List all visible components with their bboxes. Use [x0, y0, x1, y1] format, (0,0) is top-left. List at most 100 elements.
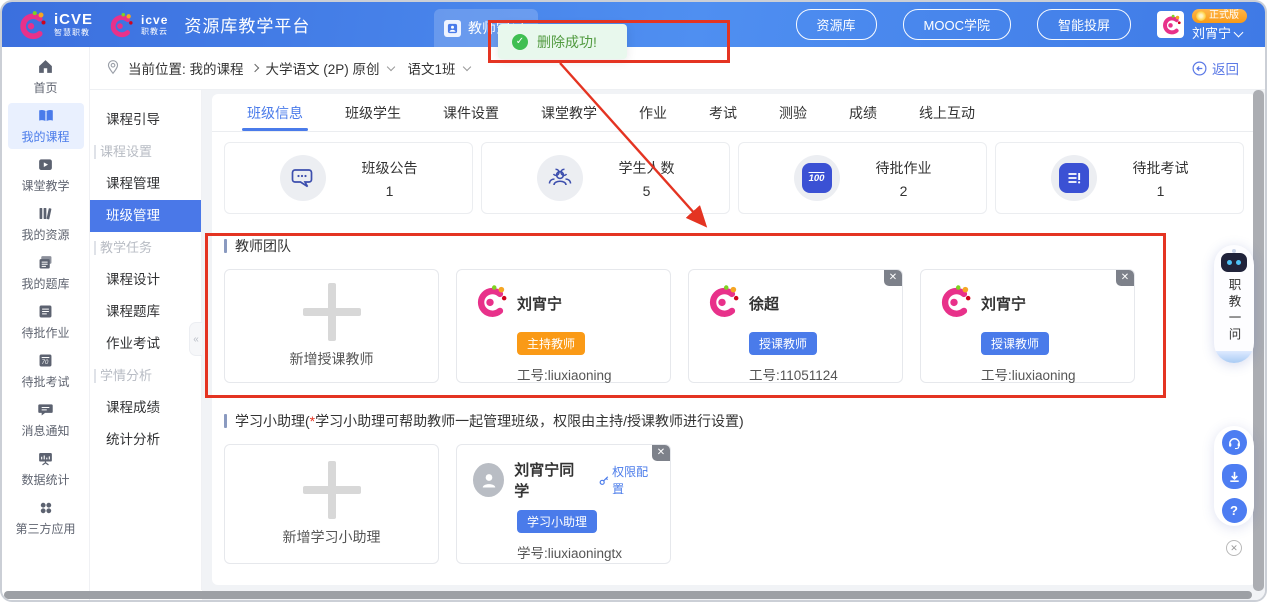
stat-value: 1 [1157, 183, 1165, 199]
tab-quiz[interactable]: 测验 [758, 94, 828, 131]
user-name: 刘宵宁 [1192, 27, 1231, 40]
stat-card-pending-homework[interactable]: 100 待批作业2 [738, 142, 987, 214]
submenu-item-course-management[interactable]: 课程管理 [90, 168, 201, 200]
breadcrumb-course[interactable]: 大学语文 (2P) 原创 [266, 58, 380, 78]
tab-classroom-teaching[interactable]: 课堂教学 [520, 94, 618, 131]
back-arrow-icon [1192, 61, 1207, 76]
submenu-item-homework-exam[interactable]: 作业考试 [90, 328, 201, 360]
teacher-name: 刘宵宁 [517, 293, 562, 314]
sidebar-item-message-notification[interactable]: 消息通知 [8, 397, 84, 443]
remove-assistant-icon[interactable]: ✕ [652, 445, 670, 461]
resource-library-button[interactable]: 资源库 [796, 9, 877, 40]
tab-grades[interactable]: 成绩 [828, 94, 898, 131]
stat-card-announcements[interactable]: 班级公告1 [224, 142, 473, 214]
brand2-sub: 职教云 [141, 28, 168, 36]
submenu-item-course-design[interactable]: 课程设计 [90, 264, 201, 296]
horizontal-scrollbar[interactable] [4, 591, 1252, 599]
sidebar-item-my-resources[interactable]: 我的资源 [8, 201, 84, 247]
apps-grid-icon [38, 500, 54, 516]
teacher-id: 工号:11051124 [749, 364, 888, 384]
sidebar-item-my-courses[interactable]: 我的课程 [8, 103, 84, 149]
help-icon[interactable]: ? [1222, 498, 1247, 523]
role-badge-assistant: 学习小助理 [517, 510, 597, 533]
section-bar [224, 239, 227, 253]
exam-score-icon: 70 [37, 352, 54, 369]
brand2-name: icve [141, 14, 168, 26]
question-bank-icon [37, 254, 54, 271]
submenu-group-course-settings: 课程设置 [90, 136, 201, 168]
pending-homework-icon: 100 [794, 155, 840, 201]
submenu-group-teaching-tasks: 教学任务 [90, 232, 201, 264]
submenu-collapse-handle[interactable]: « [189, 322, 202, 356]
stat-label: 班级公告 [362, 158, 418, 178]
submenu-item-course-guide[interactable]: 课程引导 [90, 104, 201, 136]
teacher-avatar [937, 284, 971, 323]
success-check-icon: ✓ [512, 34, 528, 50]
permission-config-link[interactable]: 权限配置 [599, 463, 656, 497]
sidebar-item-classroom-teaching[interactable]: 课堂教学 [8, 152, 84, 198]
teacher-id: 工号:liuxiaoning [517, 364, 656, 384]
role-badge-lecturer: 授课教师 [749, 332, 817, 355]
remove-teacher-icon[interactable]: ✕ [1116, 270, 1134, 286]
tab-homework[interactable]: 作业 [618, 94, 688, 131]
submenu-item-class-management[interactable]: 班级管理 [90, 200, 201, 232]
open-book-icon [37, 107, 55, 124]
collapse-toolbar-icon[interactable]: ✕ [1226, 540, 1242, 556]
library-books-icon [37, 205, 54, 222]
breadcrumb-class[interactable]: 语文1班 [408, 58, 456, 78]
teacher-team-section: 教师团队 新增授课教师 刘宵宁 主持教师 工号:liuxiaoning ✕ 徐超… [224, 236, 1244, 383]
svg-text:70: 70 [42, 360, 49, 366]
submenu-item-course-grades[interactable]: 课程成绩 [90, 392, 201, 424]
course-dropdown-icon[interactable] [386, 62, 394, 70]
smart-casting-button[interactable]: 智能投屏 [1037, 9, 1131, 40]
tab-class-info[interactable]: 班级信息 [226, 94, 324, 131]
class-dropdown-icon[interactable] [462, 62, 470, 70]
sidebar-item-my-question-bank[interactable]: 我的题库 [8, 250, 84, 296]
announcement-icon [280, 155, 326, 201]
mooc-college-button[interactable]: MOOC学院 [903, 9, 1011, 40]
tab-exam[interactable]: 考试 [688, 94, 758, 131]
submenu-item-statistical-analysis[interactable]: 统计分析 [90, 424, 201, 456]
pending-exams-icon [1051, 155, 1097, 201]
qa-assistant-widget[interactable]: 职教一问 [1214, 245, 1254, 363]
add-assistant-card[interactable]: 新增学习小助理 [224, 444, 439, 564]
vertical-scrollbar[interactable] [1253, 90, 1264, 591]
teacher-name: 徐超 [749, 293, 779, 314]
medal-icon [1196, 11, 1206, 21]
teacher-team-title: 教师团队 [235, 236, 291, 256]
teacher-id: 工号:liuxiaoning [981, 364, 1120, 384]
assistant-name: 刘宵宁同学 [514, 459, 583, 501]
app-window: iCVE 智慧职教 icve 职教云 资源库教学平台 教师空间 资源库 MOOC… [0, 0, 1267, 602]
stat-label: 待批考试 [1133, 158, 1189, 178]
download-icon[interactable] [1222, 464, 1247, 489]
back-button[interactable]: 返回 [1192, 58, 1239, 78]
stat-card-pending-exams[interactable]: 待批考试 1 [995, 142, 1244, 214]
tab-online-interaction[interactable]: 线上互动 [898, 94, 996, 131]
sidebar-item-third-party-apps[interactable]: 第三方应用 [8, 495, 84, 541]
robot-icon [1221, 253, 1247, 272]
submenu-group-learning-analysis: 学情分析 [90, 360, 201, 392]
remove-teacher-icon[interactable]: ✕ [884, 270, 902, 286]
sidebar-item-pending-homework[interactable]: 待批作业 [8, 299, 84, 345]
teacher-space-icon [444, 20, 461, 37]
tab-class-students[interactable]: 班级学生 [324, 94, 422, 131]
icve-cloud-logo-icon [107, 12, 133, 38]
course-submenu: 课程引导 课程设置 课程管理 班级管理 教学任务 课程设计 课程题库 作业考试 … [90, 90, 202, 590]
top-header: iCVE 智慧职教 icve 职教云 资源库教学平台 教师空间 资源库 MOOC… [2, 2, 1265, 47]
tab-courseware-settings[interactable]: 课件设置 [422, 94, 520, 131]
teacher-avatar [705, 284, 739, 323]
brand1-name: iCVE [54, 12, 93, 27]
sidebar-item-home[interactable]: 首页 [8, 54, 84, 100]
assistant-id: 学号:liuxiaoningtx [517, 542, 656, 562]
submenu-item-course-question-bank[interactable]: 课程题库 [90, 296, 201, 328]
success-toast: ✓ 删除成功! [498, 24, 627, 59]
sidebar-item-data-statistics[interactable]: 数据统计 [8, 446, 84, 492]
user-menu[interactable]: 正式版 刘宵宁 [1157, 9, 1247, 40]
role-badge-host: 主持教师 [517, 332, 585, 355]
stat-value: 2 [900, 183, 908, 199]
customer-service-icon[interactable] [1222, 430, 1247, 455]
add-assistant-label: 新增学习小助理 [283, 527, 381, 547]
add-teacher-card[interactable]: 新增授课教师 [224, 269, 439, 383]
stat-card-students[interactable]: 学生人数5 [481, 142, 730, 214]
sidebar-item-pending-exams[interactable]: 70 待批考试 [8, 348, 84, 394]
